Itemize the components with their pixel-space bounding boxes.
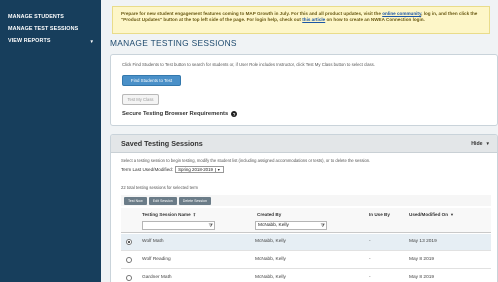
page-title: MANAGE TESTING SESSIONS	[110, 38, 237, 48]
created-by-filter-input[interactable]: McNabb, Kelly ⧩	[255, 221, 327, 230]
column-header-name[interactable]: Testing Session Name ⇧	[142, 212, 196, 217]
saved-sessions-panel: Saved Testing Sessions Hide ▼ Select a t…	[110, 134, 498, 282]
find-students-button[interactable]: Find Students to Test	[122, 75, 181, 86]
help-icon[interactable]: ?	[231, 111, 238, 117]
column-label: Testing Session Name	[142, 212, 191, 217]
sidebar-item-view-reports[interactable]: VIEW REPORTS ▼	[0, 35, 101, 47]
main-content: Prepare for new student engagement featu…	[101, 0, 498, 282]
session-actions: Test Now Edit Session Delete Session	[121, 195, 491, 206]
session-name: Gardner Math	[142, 275, 172, 280]
sidebar-item-label: VIEW REPORTS	[8, 38, 51, 44]
hide-label: Hide	[471, 140, 483, 147]
filter-icon[interactable]: ⧩	[209, 223, 213, 229]
row-radio[interactable]	[126, 239, 132, 245]
in-use-by: -	[369, 275, 371, 280]
sidebar-item-manage-students[interactable]: MANAGE STUDENTS	[0, 11, 101, 23]
total-sessions-count: 22 total testing sessions for selected t…	[121, 185, 199, 190]
column-label: Used/Modified On	[409, 212, 449, 217]
sidebar-item-manage-test-sessions[interactable]: MANAGE TEST SESSIONS	[0, 23, 101, 35]
saved-sessions-title: Saved Testing Sessions	[121, 139, 203, 148]
table-row[interactable]: Gardner Math McNabb, Kelly - May 8 2019	[121, 270, 491, 282]
sessions-table-header: Testing Session Name ⇧ Created By In Use…	[121, 208, 491, 233]
term-select[interactable]: Spring 2018-2019 ▼	[175, 166, 224, 173]
filter-value: McNabb, Kelly	[258, 223, 289, 228]
secure-browser-requirements[interactable]: Secure Testing Browser Requirements ?	[122, 111, 238, 117]
sidebar: MANAGE STUDENTS MANAGE TEST SESSIONS VIE…	[0, 0, 101, 282]
term-filter: Term Last Used/Modified: Spring 2018-201…	[121, 166, 224, 173]
notice-text: on how to create an NWEA Connection logi…	[325, 17, 425, 22]
test-now-button[interactable]: Test Now	[124, 196, 147, 205]
sort-desc-icon: ▼	[450, 212, 455, 217]
used-modified-date: May 8 2019	[409, 275, 435, 280]
test-my-class-button[interactable]: Test My Class	[122, 94, 159, 105]
delete-session-button[interactable]: Delete Session	[178, 196, 211, 205]
created-by: McNabb, Kelly	[255, 275, 286, 280]
table-row[interactable]: Wolf Math McNabb, Kelly - May 13 2019	[121, 234, 491, 251]
hide-toggle[interactable]: Hide ▼	[471, 141, 490, 147]
used-modified-date: May 13 2019	[409, 239, 437, 244]
in-use-by: -	[369, 257, 371, 262]
name-filter-input[interactable]: ⧩	[142, 221, 215, 230]
column-label: In Use By	[369, 212, 390, 217]
find-instructions: Click Find Students to Test button to se…	[122, 62, 375, 67]
term-value: Spring 2018-2019	[178, 167, 214, 172]
sort-icon: ⇧	[192, 212, 197, 217]
session-name: Wolf Reading	[142, 257, 171, 262]
term-label: Term Last Used/Modified:	[121, 167, 174, 172]
sidebar-item-label: MANAGE TEST SESSIONS	[8, 26, 79, 32]
secure-browser-label: Secure Testing Browser Requirements	[122, 111, 229, 117]
chevron-down-icon: ▼	[89, 38, 94, 44]
session-instructions: Select a testing session to begin testin…	[121, 158, 371, 163]
column-header-created-by[interactable]: Created By	[257, 212, 281, 217]
this-article-link[interactable]: this article	[302, 17, 325, 22]
notice-banner: Prepare for new student engagement featu…	[112, 6, 490, 34]
created-by: McNabb, Kelly	[255, 239, 286, 244]
chevron-down-icon: ▼	[485, 141, 490, 146]
saved-sessions-header: Saved Testing Sessions Hide ▼	[111, 135, 497, 153]
notice-text: Prepare for new student engagement featu…	[121, 11, 383, 16]
row-radio[interactable]	[126, 257, 132, 263]
edit-session-button[interactable]: Edit Session	[148, 196, 177, 205]
session-name: Wolf Math	[142, 239, 164, 244]
column-header-used-modified[interactable]: Used/Modified On ▼	[409, 212, 454, 217]
find-students-panel: Click Find Students to Test button to se…	[110, 54, 498, 126]
column-label: Created By	[257, 212, 282, 217]
sidebar-item-label: MANAGE STUDENTS	[8, 14, 65, 20]
in-use-by: -	[369, 239, 371, 244]
column-header-in-use-by[interactable]: In Use By	[369, 212, 390, 217]
filter-icon[interactable]: ⧩	[321, 223, 325, 229]
created-by: McNabb, Kelly	[255, 257, 286, 262]
online-community-link[interactable]: online community	[382, 11, 421, 16]
chevron-down-icon: ▼	[215, 167, 221, 172]
used-modified-date: May 8 2019	[409, 257, 435, 262]
table-row[interactable]: Wolf Reading McNabb, Kelly - May 8 2019	[121, 252, 491, 269]
row-radio[interactable]	[126, 275, 132, 281]
